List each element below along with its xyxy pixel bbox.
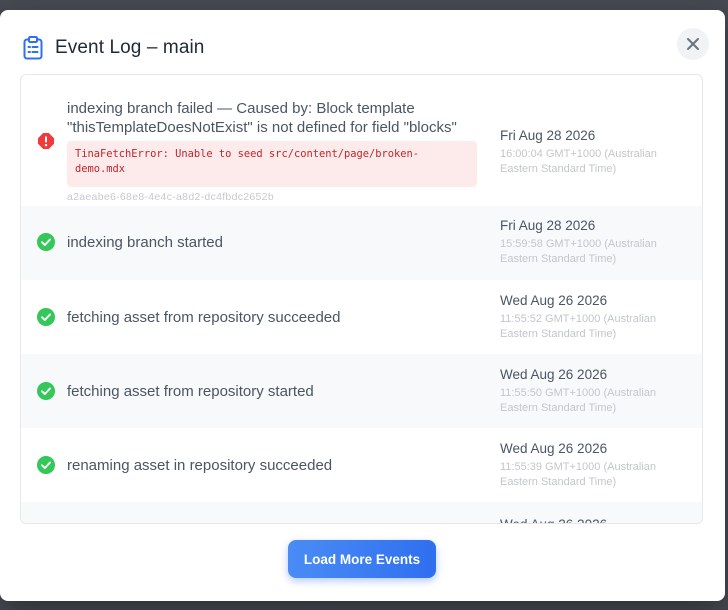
event-date: Wed Aug 26 2026 [500, 516, 690, 523]
event-row: fetching asset from repository started W… [21, 354, 702, 428]
event-log-modal: Event Log – main indexing branch failed … [0, 10, 725, 601]
error-icon [37, 132, 55, 150]
event-date-main: Wed Aug 26 2026 [500, 293, 608, 308]
close-button[interactable] [677, 28, 709, 60]
event-list[interactable]: indexing branch failed — Caused by: Bloc… [20, 74, 703, 524]
event-timestamp: 15:59:58 GMT+1000 (Australian Eastern St… [500, 238, 657, 265]
event-message: fetching asset from repository started [67, 383, 314, 400]
event-timestamp: 16:00:04 GMT+1000 (Australian Eastern St… [500, 148, 657, 175]
event-message: indexing branch failed — Caused by: Bloc… [67, 100, 457, 136]
event-row: fetching asset from repository succeeded… [21, 280, 702, 354]
event-date: Wed Aug 26 2026 11:55:39 GMT+1000 (Austr… [500, 440, 690, 490]
event-date: Wed Aug 26 2026 11:55:50 GMT+1000 (Austr… [500, 366, 690, 416]
event-date: Fri Aug 28 2026 15:59:58 GMT+1000 (Austr… [500, 217, 690, 267]
event-message: indexing branch started [67, 234, 223, 251]
close-icon [687, 38, 699, 50]
event-date: Wed Aug 26 2026 11:55:52 GMT+1000 (Austr… [500, 292, 690, 342]
load-more-button[interactable]: Load More Events [288, 540, 436, 578]
modal-title: Event Log – main [55, 37, 205, 58]
event-timestamp: 11:55:50 GMT+1000 (Australian Eastern St… [500, 387, 657, 414]
event-date-main: Fri Aug 28 2026 [500, 218, 596, 233]
event-timestamp: 11:55:39 GMT+1000 (Australian Eastern St… [500, 461, 657, 488]
error-detail: TinaFetchError: Unable to seed src/conte… [67, 141, 477, 187]
check-circle-icon [37, 308, 55, 326]
event-date-main: Fri Aug 28 2026 [500, 128, 596, 143]
event-date-main: Wed Aug 26 2026 [500, 516, 690, 523]
event-date-main: Wed Aug 26 2026 [500, 441, 608, 456]
event-date: Fri Aug 28 2026 16:00:04 GMT+1000 (Austr… [500, 127, 690, 177]
event-message: fetching asset from repository succeeded [67, 309, 341, 326]
event-id: a2aeabe6-68e8-4e4c-a8d2-dc4fbdc2652b [67, 191, 274, 203]
check-circle-icon [37, 456, 55, 474]
modal-header: Event Log – main [22, 34, 204, 62]
check-circle-icon [37, 233, 55, 251]
event-timestamp: 11:55:52 GMT+1000 (Australian Eastern St… [500, 313, 657, 340]
check-circle-icon [37, 382, 55, 400]
event-date-main: Wed Aug 26 2026 [500, 367, 608, 382]
event-row: indexing branch started Fri Aug 28 2026 … [21, 206, 702, 280]
event-message: renaming asset in repository succeeded [67, 457, 333, 474]
clipboard-icon [22, 36, 44, 60]
event-row: Wed Aug 26 2026 [21, 502, 702, 523]
event-row: renaming asset in repository succeeded W… [21, 428, 702, 502]
